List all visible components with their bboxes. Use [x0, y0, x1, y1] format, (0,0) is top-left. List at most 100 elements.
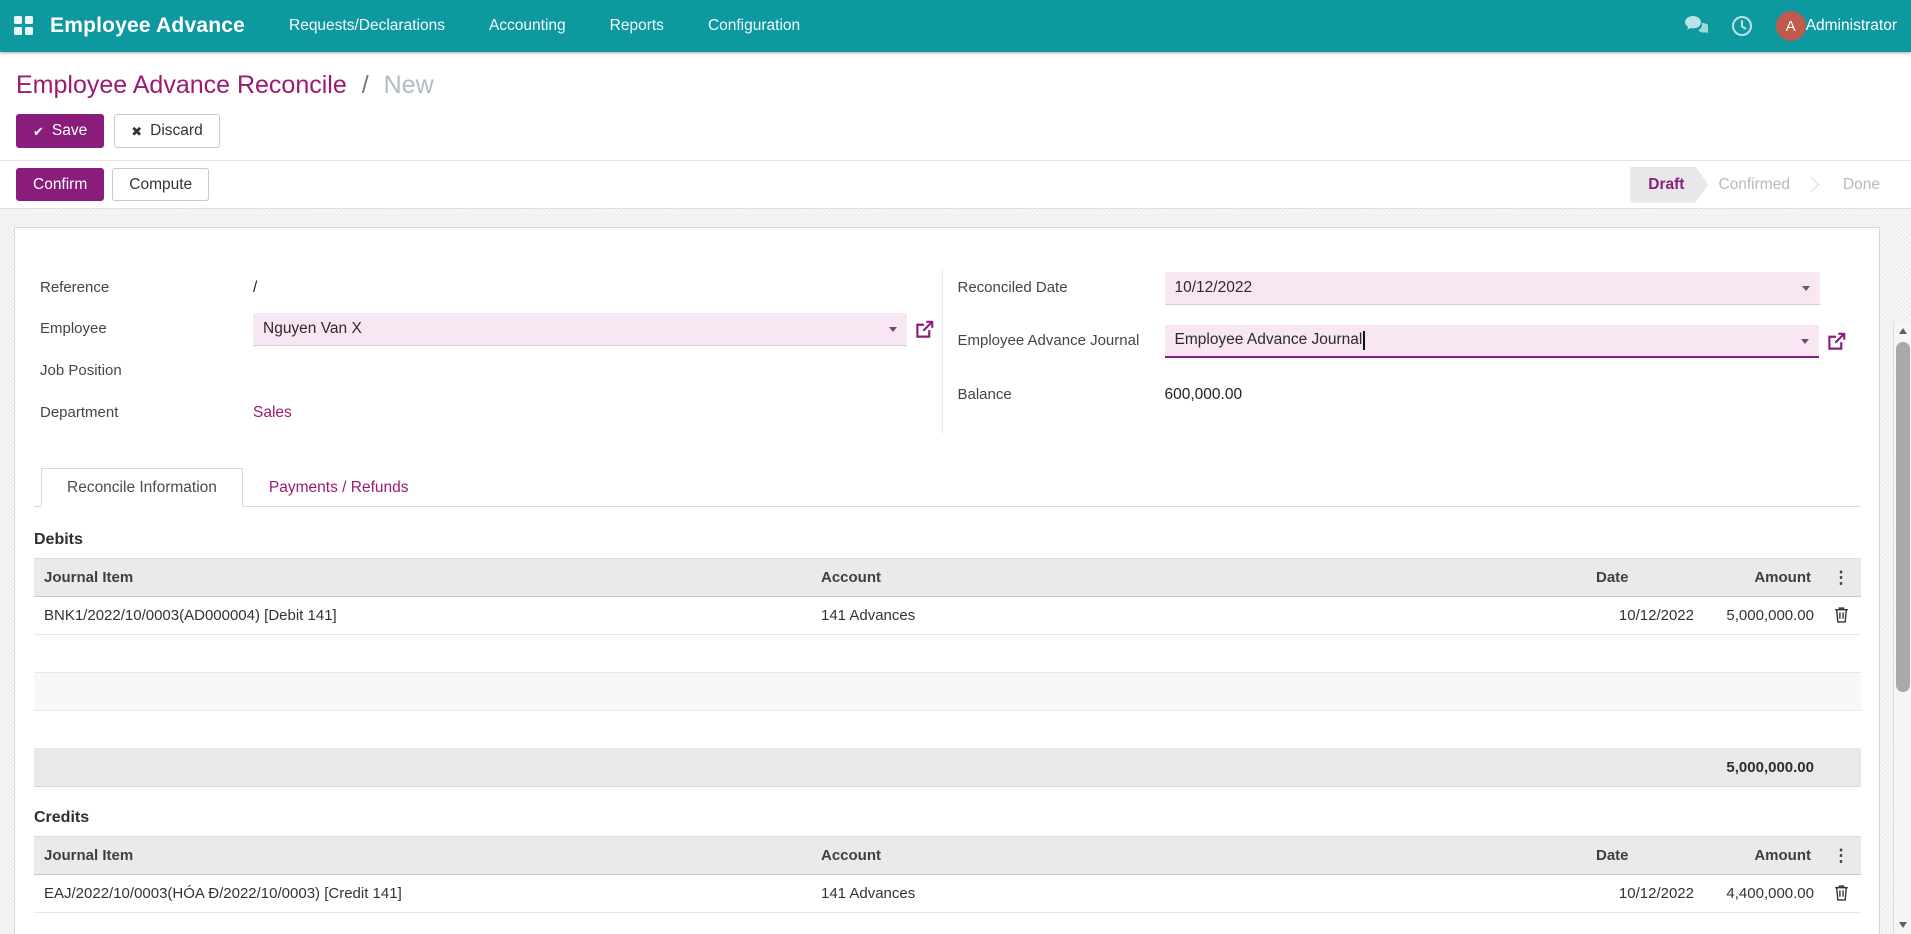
journal-label: Employee Advance Journal: [957, 332, 1140, 350]
confirm-button[interactable]: Confirm: [16, 168, 105, 201]
app-window: Employee Advance Requests/Declarations A…: [0, 0, 1911, 934]
apps-menu-icon[interactable]: [14, 16, 34, 36]
reference-label: Reference: [40, 279, 110, 297]
menu-configuration[interactable]: Configuration: [708, 17, 800, 35]
empty-row: [34, 634, 1861, 673]
breadcrumb-current: New: [383, 71, 434, 99]
save-button[interactable]: ✔ Save: [16, 114, 105, 148]
scrollbar-thumb[interactable]: [1895, 342, 1910, 692]
reconciled-date-input[interactable]: 10/12/2022: [1164, 271, 1820, 305]
delete-row-icon[interactable]: [1830, 604, 1852, 626]
col-amount[interactable]: Amount: [1701, 836, 1821, 875]
credit-amount[interactable]: 4,400,000.00: [1701, 874, 1821, 913]
breadcrumb-separator: /: [361, 71, 369, 99]
notebook-tabs: Reconcile Information Payments / Refunds: [34, 468, 1860, 507]
col-amount[interactable]: Amount: [1701, 558, 1821, 597]
field-reconciled-date: Reconciled Date 10/12/2022: [952, 268, 1861, 308]
dropdown-caret-icon[interactable]: [1802, 285, 1810, 291]
app-brand[interactable]: Employee Advance: [50, 14, 245, 38]
menu-reports[interactable]: Reports: [610, 17, 664, 35]
delete-row-icon[interactable]: [1830, 882, 1852, 904]
messages-icon[interactable]: [1684, 14, 1708, 38]
employee-input[interactable]: Nguyen Van X: [253, 312, 907, 346]
text-cursor: [1363, 330, 1365, 350]
field-reference: Reference /: [34, 268, 942, 308]
credit-account[interactable]: 141 Advances: [811, 874, 1586, 913]
col-date[interactable]: Date: [1586, 836, 1701, 875]
navbar-right: A Administrator: [1684, 11, 1897, 41]
breadcrumb-parent[interactable]: Employee Advance Reconcile: [16, 71, 347, 99]
dropdown-caret-icon[interactable]: [1801, 338, 1809, 344]
status-step-confirmed[interactable]: Confirmed: [1708, 167, 1800, 203]
scroll-up-icon[interactable]: [1894, 322, 1911, 340]
credits-header-row: Journal Item Account Date Amount ⋮: [34, 836, 1861, 875]
activities-clock-icon[interactable]: [1730, 14, 1754, 38]
field-job-position: Job Position: [34, 350, 942, 392]
close-icon: ✖: [131, 123, 143, 139]
col-journal-item[interactable]: Journal Item: [34, 836, 811, 875]
dropdown-caret-icon[interactable]: [888, 326, 897, 332]
discard-button[interactable]: ✖ Discard: [114, 114, 220, 148]
job-position-label: Job Position: [40, 362, 122, 380]
check-icon: ✔: [33, 123, 44, 139]
optional-columns-icon[interactable]: ⋮: [1833, 846, 1850, 865]
compute-button[interactable]: Compute: [112, 168, 210, 201]
top-navbar: Employee Advance Requests/Declarations A…: [0, 0, 1911, 52]
empty-row: [34, 710, 1861, 749]
form-scroll-area: Reference / Employee Nguyen Van X Job Po…: [0, 209, 1911, 934]
menu-accounting[interactable]: Accounting: [489, 17, 566, 35]
tab-reconcile-information[interactable]: Reconcile Information: [41, 468, 243, 507]
journal-external-link-icon[interactable]: [1827, 332, 1846, 351]
chevron-right-icon: [1803, 176, 1820, 193]
field-department: Department Sales: [34, 392, 942, 434]
user-menu[interactable]: A Administrator: [1775, 11, 1897, 41]
col-account[interactable]: Account: [811, 558, 1586, 597]
status-step-done[interactable]: Done: [1833, 167, 1890, 203]
optional-columns-icon[interactable]: ⋮: [1833, 568, 1850, 587]
debits-total-row: 5,000,000.00: [34, 748, 1861, 787]
credit-journal-item[interactable]: EAJ/2022/10/0003(HÓA Đ/2022/10/0003) [Cr…: [34, 874, 811, 913]
balance-label: Balance: [957, 386, 1012, 404]
debit-row[interactable]: BNK1/2022/10/0003(AD000004) [Debit 141] …: [34, 596, 1861, 635]
form-view: Confirm Compute Draft Confirmed Done Ref…: [0, 161, 1911, 934]
statusbar-buttons: Confirm Compute: [16, 168, 210, 201]
form-fields: Reference / Employee Nguyen Van X Job Po…: [34, 268, 1860, 434]
user-avatar[interactable]: A: [1775, 11, 1806, 41]
debits-header-row: Journal Item Account Date Amount ⋮: [34, 558, 1861, 597]
credit-row[interactable]: EAJ/2022/10/0003(HÓA Đ/2022/10/0003) [Cr…: [34, 874, 1861, 913]
debits-total-amount: 5,000,000.00: [1701, 748, 1821, 787]
field-journal: Employee Advance Journal Employee Advanc…: [952, 308, 1861, 374]
col-journal-item[interactable]: Journal Item: [34, 558, 811, 597]
scroll-down-icon[interactable]: [1894, 916, 1911, 934]
tab-payments-refunds[interactable]: Payments / Refunds: [243, 468, 435, 507]
col-account[interactable]: Account: [811, 836, 1586, 875]
credits-table: Journal Item Account Date Amount ⋮ EAJ/2…: [34, 836, 1861, 934]
main-menu: Requests/Declarations Accounting Reports…: [289, 17, 800, 35]
debit-journal-item[interactable]: BNK1/2022/10/0003(AD000004) [Debit 141]: [34, 596, 811, 635]
col-date[interactable]: Date: [1586, 558, 1701, 597]
debit-amount[interactable]: 5,000,000.00: [1701, 596, 1821, 635]
department-label: Department: [40, 404, 119, 422]
journal-input[interactable]: Employee Advance Journal: [1164, 324, 1819, 358]
debits-heading: Debits: [34, 531, 83, 548]
control-panel: Employee Advance Reconcile / New ✔ Save …: [0, 52, 1911, 161]
debit-date[interactable]: 10/12/2022: [1586, 596, 1701, 635]
statusbar: Confirm Compute Draft Confirmed Done: [0, 161, 1911, 209]
employee-label: Employee: [40, 320, 107, 338]
field-employee: Employee Nguyen Van X: [34, 308, 942, 350]
vertical-scrollbar[interactable]: [1893, 322, 1911, 934]
reconciled-date-label: Reconciled Date: [957, 279, 1068, 297]
form-sheet: Reference / Employee Nguyen Van X Job Po…: [14, 227, 1880, 934]
empty-row: [34, 672, 1861, 711]
field-balance: Balance 600,000.00: [952, 374, 1861, 416]
credit-date[interactable]: 10/12/2022: [1586, 874, 1701, 913]
breadcrumb: Employee Advance Reconcile / New: [16, 70, 1895, 100]
employee-external-link-icon[interactable]: [915, 320, 934, 339]
status-steps: Draft Confirmed Done: [1630, 167, 1890, 203]
credits-heading: Credits: [34, 809, 90, 826]
department-value-link[interactable]: Sales: [253, 404, 292, 422]
debit-account[interactable]: 141 Advances: [811, 596, 1586, 635]
status-step-draft[interactable]: Draft: [1630, 167, 1708, 203]
debits-table: Journal Item Account Date Amount ⋮ BNK1/…: [34, 558, 1861, 787]
menu-requests-declarations[interactable]: Requests/Declarations: [289, 17, 445, 35]
